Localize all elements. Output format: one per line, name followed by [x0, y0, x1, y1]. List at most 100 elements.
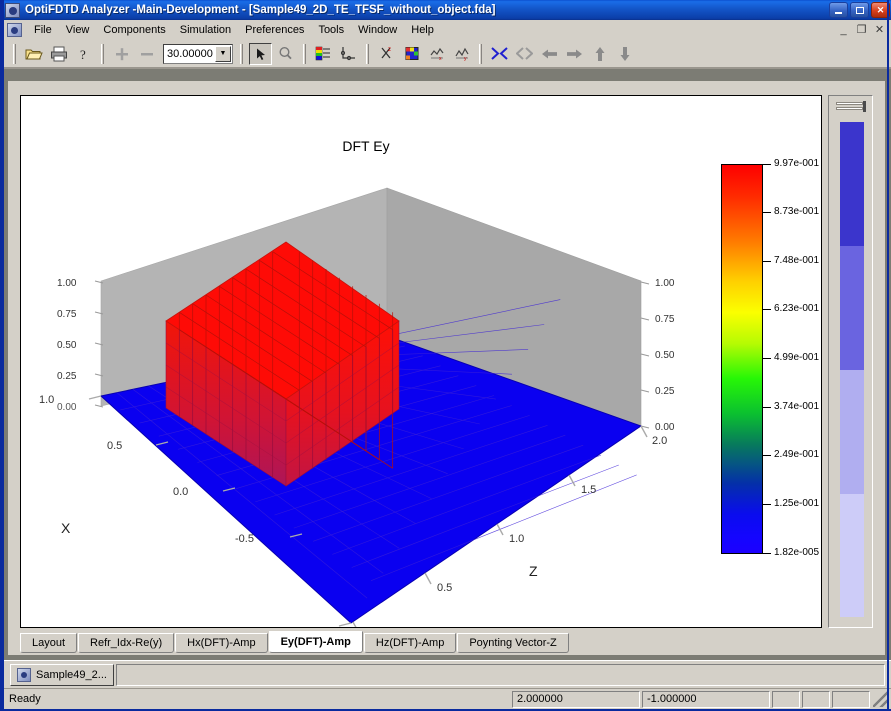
mdi-restore-button[interactable]: ❐ [854, 22, 869, 37]
zaxis-tick-3: 0.5 [437, 582, 452, 594]
arrow-cursor-icon[interactable] [249, 43, 272, 65]
maximize-button[interactable] [850, 2, 869, 18]
intensity-scale-panel[interactable] [828, 95, 873, 628]
scale-block-1 [840, 246, 864, 370]
menu-item-preferences[interactable]: Preferences [238, 22, 311, 38]
menu-item-help[interactable]: Help [404, 22, 441, 38]
zaxis-tick-1: 1.5 [581, 484, 596, 496]
zoom-in-plus-button[interactable] [110, 43, 133, 65]
checker-palette-icon[interactable] [400, 43, 423, 65]
toolbar-separator [303, 44, 306, 64]
vaxis-left-tick-2: 0.50 [57, 340, 77, 351]
status-coordinate-y: -1.000000 [642, 691, 770, 708]
colorbar-label-6: 2.49e-001 [774, 449, 819, 460]
toolbar-separator [101, 44, 104, 64]
arrow-left-icon[interactable] [538, 43, 561, 65]
colorbar-tick [763, 309, 771, 310]
status-pane-extra-2 [802, 691, 830, 708]
taskbar-button-sample49[interactable]: Sample49_2... [10, 664, 114, 686]
arrow-right-icon[interactable] [563, 43, 586, 65]
plot-canvas[interactable]: DFT Ey [20, 95, 822, 628]
mdi-close-button[interactable]: ✕ [872, 22, 887, 37]
menu-item-file[interactable]: File [27, 22, 59, 38]
mdi-window-controls: _ ❐ ✕ [836, 22, 887, 37]
menu-item-tools[interactable]: Tools [311, 22, 351, 38]
magnifier-icon[interactable] [274, 43, 297, 65]
colorbar-label-1: 8.73e-001 [774, 206, 819, 217]
arrow-down-icon[interactable] [613, 43, 636, 65]
open-folder-icon[interactable] [22, 43, 45, 65]
menu-item-components[interactable]: Components [96, 22, 172, 38]
line-plot-x-icon[interactable]: x [425, 43, 448, 65]
vaxis-left-tick-1: 0.75 [57, 309, 77, 320]
title-bar: OptiFDTD Analyzer -Main-Development - [S… [2, 0, 891, 20]
slider-track-upper [836, 102, 863, 105]
vaxis-left-tick-3: 0.25 [57, 371, 77, 382]
menu-item-window[interactable]: Window [351, 22, 404, 38]
printer-icon[interactable] [47, 43, 70, 65]
tab-layout[interactable]: Layout [20, 633, 77, 653]
tab-hz-dft-amp[interactable]: Hz(DFT)-Amp [364, 633, 456, 653]
vaxis-right-tick-3: 0.25 [655, 386, 675, 397]
colorbar-label-2: 7.48e-001 [774, 255, 819, 266]
minimize-button[interactable] [829, 2, 848, 18]
toolbar: ? 30.00000 ▼ [4, 40, 891, 68]
vaxis-left-tick-4: 0.00 [57, 402, 77, 413]
chevron-down-icon[interactable]: ▼ [215, 46, 231, 62]
zoom-level-combobox[interactable]: 30.00000 ▼ [163, 44, 233, 64]
svg-text:?: ? [80, 47, 86, 62]
surface-plot-3d: 1.00 0.75 0.50 0.25 0.00 1.00 0.75 0.50 … [21, 96, 721, 628]
zaxis-tick-2: 1.0 [509, 533, 524, 545]
tab-ey-dft-amp[interactable]: Ey(DFT)-Amp [269, 631, 363, 653]
tab-poynting-vector-z[interactable]: Poynting Vector-Z [457, 633, 568, 653]
zoom-out-minus-button[interactable] [135, 43, 158, 65]
mdi-minimize-button[interactable]: _ [836, 22, 851, 37]
colorbar-tick [763, 553, 771, 554]
scale-block-0 [840, 122, 864, 246]
zaxis-label: Z [529, 563, 538, 579]
color-palette-icon[interactable] [312, 43, 335, 65]
status-coordinate-x: 2.000000 [512, 691, 640, 708]
graph-xy-icon[interactable]: z [375, 43, 398, 65]
menu-item-simulation[interactable]: Simulation [173, 22, 238, 38]
toolbar-separator [13, 44, 16, 64]
mdi-taskbar: Sample49_2... [4, 660, 891, 688]
status-bar: Ready 2.000000 -1.000000 [4, 688, 891, 709]
status-message: Ready [5, 691, 510, 708]
tab-refr-idx-re-y[interactable]: Refr_Idx-Re(y) [78, 633, 174, 653]
question-mark-icon[interactable]: ? [72, 43, 95, 65]
menu-item-view[interactable]: View [59, 22, 97, 38]
xaxis-tick-0: 1.0 [39, 394, 54, 406]
mdi-client-area: DFT Ey [4, 68, 891, 660]
document-icon [17, 668, 31, 682]
taskbar-button-label: Sample49_2... [36, 669, 107, 681]
vaxis-right-tick-4: 0.00 [655, 422, 675, 433]
window-border-right [887, 0, 889, 711]
collapse-arrows-icon[interactable] [488, 43, 511, 65]
colorbar-label-7: 1.25e-001 [774, 498, 819, 509]
axes-icon[interactable] [337, 43, 360, 65]
vaxis-right-tick-0: 1.00 [655, 278, 675, 289]
document-icon[interactable] [7, 23, 22, 37]
tab-hx-dft-amp[interactable]: Hx(DFT)-Amp [175, 633, 267, 653]
vaxis-left-tick-0: 1.00 [57, 278, 77, 289]
zoom-level-value: 30.00000 [164, 48, 215, 60]
arrow-up-icon[interactable] [588, 43, 611, 65]
colorbar-tick [763, 261, 771, 262]
colorbar-label-8: 1.82e-005 [774, 547, 819, 558]
colorbar-tick [763, 358, 771, 359]
status-pane-extra-3 [832, 691, 870, 708]
colorbar: 9.97e-001 8.73e-001 7.48e-001 6.23e-001 … [709, 158, 819, 568]
line-plot-y-icon[interactable]: y [450, 43, 473, 65]
colorbar-label-0: 9.97e-001 [774, 158, 819, 169]
slider-handle[interactable] [863, 101, 866, 112]
xaxis-label: X [61, 520, 71, 536]
slider-track-lower [836, 107, 863, 110]
svg-text:z: z [388, 47, 391, 53]
scale-gradient-stack [840, 122, 864, 617]
scale-slider[interactable] [835, 100, 866, 114]
expand-arrows-icon[interactable] [513, 43, 536, 65]
colorbar-label-5: 3.74e-001 [774, 401, 819, 412]
application-window: OptiFDTD Analyzer -Main-Development - [S… [0, 0, 891, 711]
taskbar-empty-area [116, 664, 885, 686]
